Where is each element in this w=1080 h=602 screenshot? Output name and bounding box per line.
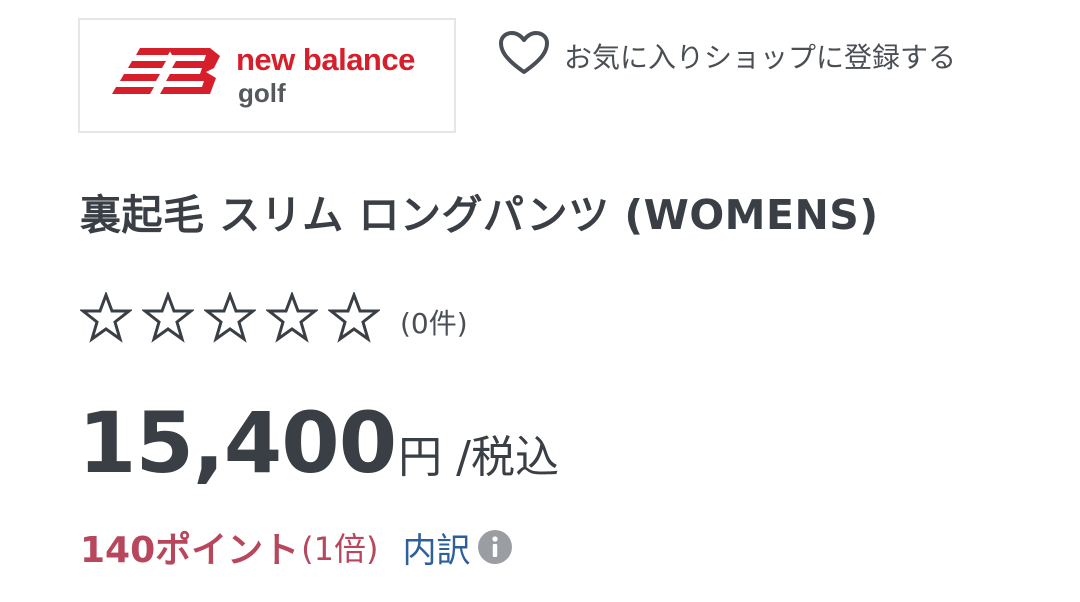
points-value: 140ポイント xyxy=(80,530,300,571)
product-title: 裏起毛 スリム ロングパンツ (WOMENS) xyxy=(80,191,879,239)
rating-row[interactable]: (0件) xyxy=(80,285,468,351)
review-count[interactable]: (0件) xyxy=(400,302,468,342)
favorite-shop-button[interactable]: お気に入りショップに登録する xyxy=(498,22,1018,132)
star-outline-icon xyxy=(328,292,380,343)
points-multiplier: (1倍) xyxy=(301,530,379,568)
price: 15,400円/税込 xyxy=(78,388,559,498)
points-row: 140ポイント (1倍) 内訳 xyxy=(80,518,513,576)
product-header: new balance golf お気に入りショップに登録する 裏起毛 スリム … xyxy=(0,0,1080,602)
info-icon[interactable] xyxy=(477,529,513,565)
star-outline-icon xyxy=(204,292,256,343)
price-value: 15,400 xyxy=(78,394,397,492)
price-tax-label: /税込 xyxy=(456,432,559,483)
brand-logo[interactable]: new balance golf xyxy=(78,18,456,133)
price-unit: 円 xyxy=(398,432,443,483)
star-outline-icon xyxy=(142,292,194,343)
brand-sub-text: golf xyxy=(238,78,286,108)
brand-name-text: new balance xyxy=(236,42,415,77)
heart-outline-icon xyxy=(499,31,549,74)
nb-logo-icon xyxy=(112,48,220,94)
points-breakdown-link[interactable]: 内訳 xyxy=(403,523,471,572)
star-outline-icon xyxy=(80,292,132,343)
favorite-shop-label: お気に入りショップに登録する xyxy=(564,41,957,74)
star-outline-icon xyxy=(266,292,318,343)
